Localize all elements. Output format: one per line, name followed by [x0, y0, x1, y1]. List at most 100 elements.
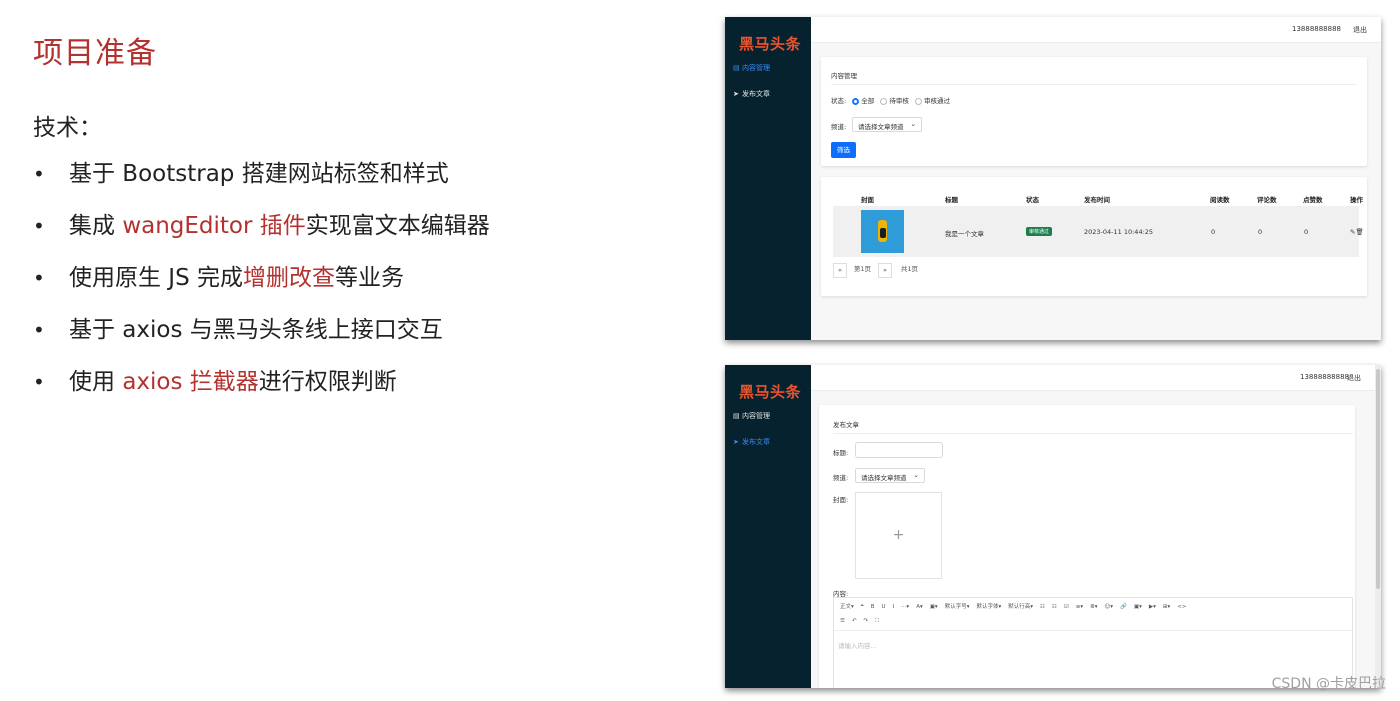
todo-icon[interactable]: ☑: [1064, 604, 1069, 610]
bullet-highlight: 增删改查: [243, 265, 336, 291]
watermark: CSDN @卡皮巴拉: [1271, 676, 1386, 692]
link-icon[interactable]: 🔗: [1120, 604, 1127, 610]
sidebar-item-label: 内容管理: [742, 412, 770, 420]
video-icon[interactable]: ▶▾: [1149, 604, 1156, 610]
table-header-reads: 阅读数: [1210, 196, 1230, 204]
table-header-actions: 操作: [1350, 196, 1363, 204]
status-filter: 状态: 全部 待审核 审核通过: [831, 95, 950, 105]
bullet-dot: •: [33, 370, 45, 394]
app-logo: 黑马头条: [739, 35, 802, 53]
filter-button[interactable]: 筛选: [831, 142, 856, 158]
bullet-dot: •: [33, 318, 45, 342]
delete-icon[interactable]: 🗑: [1355, 228, 1363, 236]
file-icon: ▤: [733, 412, 740, 420]
emoji-icon[interactable]: ☺▾: [1105, 604, 1114, 610]
font-family-select[interactable]: 默认字体▾: [976, 604, 1001, 610]
chevron-down-icon: ⌄: [910, 120, 916, 128]
radio-icon: [880, 97, 888, 105]
status-option-approved[interactable]: 审核通过: [914, 97, 950, 105]
scrollbar-thumb[interactable]: [1376, 369, 1380, 589]
undo-icon[interactable]: ↶: [852, 618, 857, 624]
pager-current: 第1页: [853, 265, 872, 273]
chevron-down-icon: ⌄: [913, 471, 919, 479]
sidebar-item-content[interactable]: ▤ 内容管理: [733, 63, 770, 73]
channel-select[interactable]: 请选择文章频道 ⌄: [855, 468, 925, 483]
sidebar-item-label: 发布文章: [742, 438, 770, 446]
plus-icon: +: [892, 527, 905, 543]
app-logo: 黑马头条: [739, 383, 802, 401]
pager-prev[interactable]: «: [833, 263, 847, 278]
page-scrollbar[interactable]: [1375, 365, 1381, 688]
send-icon: ➤: [733, 438, 739, 446]
bullet-highlight: wangEditor 插件: [122, 213, 306, 239]
bullet-text: 基于 Bootstrap 搭建网站标签和样式: [69, 161, 449, 187]
font-size-select[interactable]: 默认字号▾: [945, 604, 970, 610]
publish-time-cell: 2023-04-11 10:44:25: [1084, 228, 1154, 236]
bullet-text: 使用: [69, 369, 123, 395]
line-height-select[interactable]: 默认行高▾: [1008, 604, 1033, 610]
cover-upload-box[interactable]: +: [855, 492, 942, 579]
publish-article-screenshot: 黑马头条 ▤ 内容管理 ➤ 发布文章 13888888888 退出 发布文章 标题:…: [725, 365, 1381, 688]
divider-icon[interactable]: ☰: [840, 618, 845, 624]
sidebar-item-publish[interactable]: ➤ 发布文章: [733, 437, 770, 447]
italic-icon[interactable]: I: [893, 604, 895, 610]
indent-icon[interactable]: ≣▾: [1090, 604, 1097, 610]
editor-placeholder: 请输入内容...: [838, 642, 877, 650]
logout-link[interactable]: 退出: [1353, 25, 1367, 35]
radio-checked-icon: [852, 97, 860, 105]
channel-label: 频道:: [831, 123, 847, 131]
filter-card: 内容管理 状态: 全部 待审核 审核通过 频道: 请选择文章频道 ⌄ 筛选: [821, 57, 1367, 166]
bulleted-list-icon[interactable]: ☷: [1040, 604, 1045, 610]
sidebar-item-content[interactable]: ▤ 内容管理: [733, 411, 770, 421]
editor-toolbar-row2: ☰ ↶ ↷ ⛶: [840, 618, 1346, 625]
bg-color-icon[interactable]: ▣▾: [930, 604, 938, 610]
sidebar-item-publish[interactable]: ➤ 发布文章: [733, 89, 770, 99]
table-header-cover: 封面: [861, 196, 874, 204]
status-option-all[interactable]: 全部: [852, 97, 874, 105]
table-header-likes: 点赞数: [1303, 196, 1323, 204]
bullet-text-tail: 实现富文本编辑器: [305, 213, 490, 239]
channel-select[interactable]: 请选择文章频道 ⌄: [852, 117, 922, 132]
bullet-item: • 基于 Bootstrap 搭建网站标签和样式: [33, 157, 490, 209]
underline-icon[interactable]: U: [882, 604, 886, 610]
sidebar: 黑马头条 ▤ 内容管理 ➤ 发布文章: [725, 17, 811, 340]
card-title: 内容管理: [831, 72, 857, 80]
radio-icon: [914, 97, 922, 105]
image-icon[interactable]: ▣▾: [1134, 604, 1142, 610]
title-input[interactable]: [855, 442, 943, 458]
code-icon[interactable]: <>: [1177, 604, 1186, 610]
top-bar: 13888888888 退出: [811, 365, 1381, 391]
quote-icon[interactable]: ❝: [861, 604, 864, 610]
bullet-item: • 基于 axios 与黑马头条线上接口交互: [33, 313, 490, 365]
tech-label: 技术：: [33, 115, 102, 141]
sidebar-item-label: 内容管理: [742, 64, 770, 72]
redo-icon[interactable]: ↷: [864, 618, 869, 624]
status-option-pending[interactable]: 待审核: [880, 97, 909, 105]
content-management-screenshot: 黑马头条 ▤ 内容管理 ➤ 发布文章 13888888888 退出 内容管理 状态:…: [725, 17, 1381, 340]
table-header-title: 标题: [945, 196, 958, 204]
user-phone: 13888888888: [1300, 373, 1349, 381]
form-title: 发布文章: [833, 421, 859, 429]
cover-figure-shadow: [880, 228, 886, 238]
radio-label: 审核通过: [923, 97, 950, 105]
numbered-list-icon[interactable]: ☷: [1052, 604, 1057, 610]
sidebar: 黑马头条 ▤ 内容管理 ➤ 发布文章: [725, 365, 811, 688]
table-icon[interactable]: ⊞▾: [1163, 604, 1170, 610]
heading-select[interactable]: 正文▾: [840, 604, 854, 610]
font-color-icon[interactable]: A▾: [916, 604, 923, 610]
divider: [831, 84, 1357, 85]
bold-icon[interactable]: B: [871, 604, 875, 610]
more-style-icon[interactable]: ···▾: [901, 604, 909, 610]
bullet-text: 使用原生 JS 完成: [69, 265, 244, 291]
logout-link[interactable]: 退出: [1347, 373, 1361, 383]
fullscreen-icon[interactable]: ⛶: [875, 618, 879, 624]
article-title-cell: 我是一个文章: [945, 230, 984, 238]
bullet-highlight: axios 拦截器: [122, 369, 259, 395]
justify-icon[interactable]: ≡▾: [1076, 604, 1083, 610]
bullet-item: • 使用原生 JS 完成增删改查等业务: [33, 261, 490, 313]
pager-next[interactable]: »: [878, 263, 892, 278]
cover-label: 封面:: [833, 496, 849, 504]
row-actions: ✎🗑: [1350, 228, 1364, 236]
table-header-comments: 评论数: [1257, 196, 1277, 204]
toolbar-divider: [834, 630, 1352, 631]
